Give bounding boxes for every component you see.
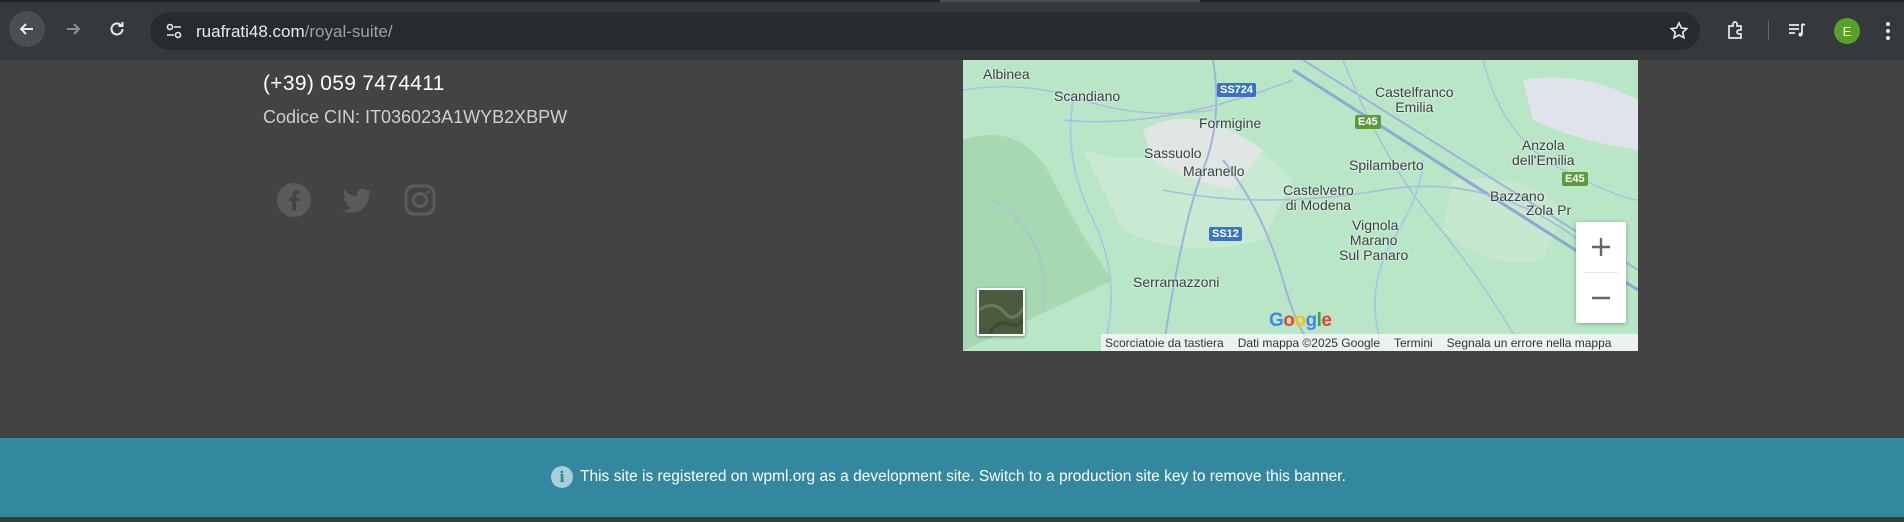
minus-icon bbox=[1592, 296, 1610, 300]
road-shield-e45: E45 bbox=[1562, 172, 1588, 186]
map-label-maranello: Maranello bbox=[1183, 163, 1245, 179]
satellite-thumbnail-icon bbox=[979, 290, 1023, 334]
toolbar-separator bbox=[1768, 20, 1769, 40]
map-label-marano: Marano Sul Panaro bbox=[1339, 232, 1409, 263]
forward-button[interactable] bbox=[55, 11, 91, 47]
banner-content: i This site is registered on wpml.org as… bbox=[551, 466, 1346, 488]
zoom-out-button[interactable] bbox=[1576, 273, 1626, 323]
back-arrow-icon bbox=[19, 23, 33, 35]
road-shield-ss12: SS12 bbox=[1209, 227, 1242, 241]
url-path: /royal-suite/ bbox=[304, 22, 393, 41]
map-label-albinea: Albinea bbox=[983, 66, 1030, 82]
bottom-edge bbox=[0, 517, 1904, 522]
reload-icon bbox=[110, 22, 124, 36]
banner-text: This site is registered on wpml.org as a… bbox=[580, 468, 1346, 485]
plus-icon bbox=[1592, 238, 1610, 256]
map-attribution-bar: Scorciatoie da tastiera Dati mappa ©2025… bbox=[1101, 334, 1638, 351]
url-text: ruafrati48.com/royal-suite/ bbox=[196, 22, 393, 42]
map-label-castelvetro: Castelvetro di Modena bbox=[1283, 182, 1354, 213]
map-label-formigine: Formigine bbox=[1199, 115, 1262, 131]
terms-link[interactable]: Termini bbox=[1394, 336, 1433, 350]
info-icon: i bbox=[551, 466, 573, 488]
map-zoom-control bbox=[1576, 222, 1626, 323]
zoom-in-button[interactable] bbox=[1576, 222, 1626, 272]
keyboard-shortcuts-link[interactable]: Scorciatoie da tastiera bbox=[1105, 336, 1224, 350]
url-domain: ruafrati48.com bbox=[196, 22, 305, 41]
profile-avatar[interactable]: E bbox=[1834, 18, 1860, 44]
bookmark-star-icon[interactable] bbox=[1668, 20, 1690, 42]
tab-indicator bbox=[940, 0, 1200, 2]
wpml-dev-banner: i This site is registered on wpml.org as… bbox=[0, 438, 1904, 517]
forward-arrow-icon bbox=[67, 23, 81, 35]
reload-button[interactable] bbox=[99, 11, 135, 47]
embedded-map[interactable]: Albinea Scandiano Castelfranco Emilia Fo… bbox=[963, 60, 1638, 351]
map-label-anzola: Anzola dell'Emilia bbox=[1512, 137, 1575, 168]
map-label-vignola: Vignola bbox=[1352, 217, 1399, 233]
road-shield-ss724: SS724 bbox=[1217, 83, 1257, 97]
address-bar[interactable]: ruafrati48.com/royal-suite/ bbox=[150, 12, 1700, 50]
map-label-sassuolo: Sassuolo bbox=[1144, 145, 1202, 161]
google-logo: Google bbox=[1269, 310, 1332, 331]
extensions-puzzle-icon[interactable] bbox=[1725, 19, 1747, 41]
map-label-scandiano: Scandiano bbox=[1054, 88, 1121, 104]
twitter-icon[interactable] bbox=[339, 182, 375, 218]
browser-toolbar: ruafrati48.com/royal-suite/ E bbox=[0, 0, 1904, 60]
road-shield-e45: E45 bbox=[1355, 115, 1381, 129]
facebook-icon[interactable] bbox=[276, 182, 312, 218]
phone-number[interactable]: (+39) 059 7474411 bbox=[263, 72, 445, 96]
back-button[interactable] bbox=[9, 11, 45, 47]
map-label-spilamberto: Spilamberto bbox=[1349, 157, 1424, 173]
map-data-text: Dati mappa ©2025 Google bbox=[1237, 335, 1380, 350]
report-error-link[interactable]: Segnala un errore nella mappa bbox=[1447, 336, 1612, 350]
cin-code: Codice CIN: IT036023A1WYB2XBPW bbox=[263, 107, 568, 127]
map-label-castelfranco: Castelfranco Emilia bbox=[1375, 84, 1454, 115]
instagram-icon[interactable] bbox=[402, 182, 438, 218]
kebab-menu-icon[interactable] bbox=[1885, 20, 1891, 42]
map-label-zola: Zola Pr bbox=[1526, 202, 1572, 218]
map-label-serramazzoni: Serramazzoni bbox=[1133, 274, 1220, 290]
site-settings-icon[interactable] bbox=[164, 21, 184, 41]
media-control-icon[interactable] bbox=[1786, 19, 1808, 41]
map-type-toggle[interactable] bbox=[977, 288, 1025, 336]
